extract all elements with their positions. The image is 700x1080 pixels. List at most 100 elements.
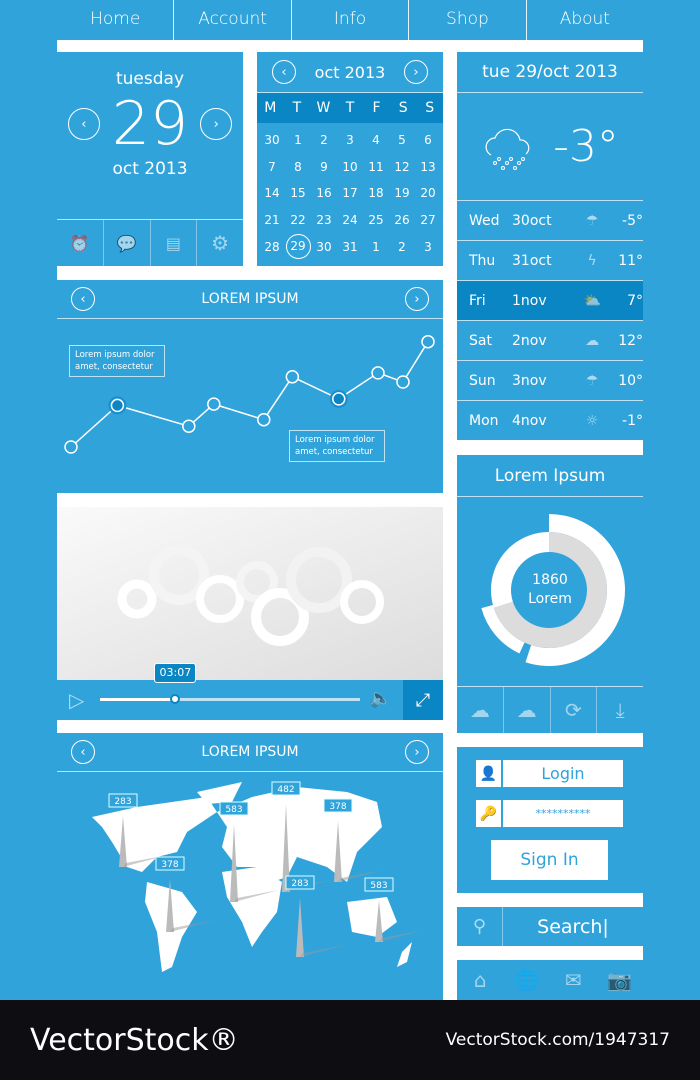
calendar-day[interactable]: 14	[259, 186, 285, 200]
next-button[interactable]: ›	[405, 740, 429, 764]
nav-info[interactable]: Info	[292, 0, 410, 40]
donut-panel: Lorem Ipsum 1860 Lorem ☁ ☁ ⟳ ⤓	[457, 455, 643, 733]
next-day-button[interactable]: ›	[200, 108, 233, 140]
pin-shadow	[300, 945, 345, 957]
map-pin[interactable]	[296, 898, 304, 957]
data-point[interactable]	[285, 370, 300, 384]
forecast-day: Sun	[469, 372, 496, 389]
calendar-day[interactable]: 1	[285, 133, 311, 147]
play-icon[interactable]: ▷	[69, 688, 84, 712]
nav-home[interactable]: Home	[57, 0, 175, 40]
weekday: tuesday	[115, 69, 185, 89]
search-input[interactable]: Search|	[503, 907, 643, 946]
forecast-row[interactable]: Sun 3nov ☂ 10°	[457, 360, 643, 400]
weekday-label: M	[264, 100, 277, 116]
password-input[interactable]: **********	[503, 800, 623, 827]
calendar-day[interactable]: 18	[363, 186, 389, 200]
globe-icon[interactable]: 🌐	[504, 960, 551, 1000]
calendar-day[interactable]: 21	[259, 213, 285, 227]
seek-bar[interactable]	[100, 698, 360, 701]
seek-handle[interactable]	[170, 694, 181, 704]
document-icon[interactable]: ▤	[151, 220, 198, 266]
forecast-row[interactable]: Sat 2nov ☁ 12°	[457, 320, 643, 360]
data-point[interactable]	[182, 419, 196, 433]
calendar-day[interactable]: 20	[415, 186, 441, 200]
prev-month-button[interactable]: ‹	[272, 60, 296, 84]
calendar-day[interactable]: 24	[337, 213, 363, 227]
watermark-brand: VectorStock®	[30, 1022, 239, 1058]
calendar-day[interactable]: 25	[363, 213, 389, 227]
camera-icon[interactable]: 📷	[597, 960, 644, 1000]
calendar-day[interactable]: 15	[285, 186, 311, 200]
calendar-day[interactable]: 10	[337, 160, 363, 174]
calendar-day[interactable]: 3	[415, 240, 441, 254]
calendar-title: oct 2013	[314, 62, 386, 82]
data-point[interactable]	[332, 392, 346, 406]
pin-label: 583	[370, 881, 387, 891]
calendar-day[interactable]: 1	[363, 240, 389, 254]
calendar-day[interactable]: 30	[311, 240, 337, 254]
forecast-day: Thu	[469, 252, 496, 269]
prev-day-button[interactable]: ‹	[67, 108, 100, 140]
data-point[interactable]	[396, 375, 410, 389]
data-point[interactable]	[110, 398, 125, 413]
data-point[interactable]	[257, 412, 271, 427]
cloud-upload-icon[interactable]: ☁	[504, 687, 551, 733]
forecast-row[interactable]: Wed 30oct ☂ -5°	[457, 200, 643, 240]
next-month-button[interactable]: ›	[403, 60, 428, 84]
calendar-day[interactable]: 22	[285, 213, 311, 227]
forecast-row[interactable]: Mon 4nov ☼ -1°	[457, 400, 643, 440]
home-icon[interactable]: ⌂	[457, 960, 504, 1000]
download-icon[interactable]: ⤓	[597, 687, 643, 733]
user-icon: 👤	[476, 760, 501, 787]
calendar-day[interactable]: 6	[415, 133, 441, 147]
mail-icon[interactable]: ✉	[550, 960, 597, 1000]
calendar-day[interactable]: 11	[363, 160, 389, 174]
calendar-day[interactable]: 9	[311, 160, 337, 174]
calendar-day[interactable]: 28	[259, 240, 285, 254]
alarm-clock-icon[interactable]: ⏰	[57, 220, 104, 266]
calendar-day[interactable]: 30	[259, 133, 285, 147]
chat-icon[interactable]: 💬	[104, 220, 151, 266]
forecast-date: 31oct	[512, 252, 552, 269]
fullscreen-button[interactable]: ⤢	[403, 680, 443, 720]
calendar-day[interactable]: 12	[389, 160, 415, 174]
calendar: ‹ oct 2013 › MTWTFSS 30 1 2 3 4 5 6 7 8 9 10 11 12 13…	[257, 52, 443, 266]
volume-icon[interactable]: 🔈	[369, 688, 391, 709]
nav-shop[interactable]: Shop	[409, 0, 527, 40]
calendar-day[interactable]: 2	[389, 240, 415, 254]
calendar-day[interactable]: 8	[285, 160, 311, 174]
calendar-day[interactable]: 2	[311, 133, 337, 147]
calendar-day[interactable]: 23	[311, 213, 337, 227]
calendar-day[interactable]: 4	[363, 133, 389, 147]
calendar-day[interactable]: 3	[337, 133, 363, 147]
nav-about[interactable]: About	[527, 0, 643, 40]
calendar-day[interactable]: 29	[285, 234, 311, 260]
calendar-day[interactable]: 7	[259, 160, 285, 174]
calendar-day[interactable]: 13	[415, 160, 441, 174]
video-frame[interactable]	[57, 507, 443, 680]
cloud-download-icon[interactable]: ☁	[457, 687, 504, 733]
username-input[interactable]: Login	[503, 760, 623, 787]
nav-account[interactable]: Account	[174, 0, 292, 40]
calendar-day[interactable]: 16	[311, 186, 337, 200]
day-number: 29	[111, 89, 189, 159]
prev-button[interactable]: ‹	[71, 740, 95, 764]
data-point[interactable]	[421, 334, 435, 349]
calendar-day[interactable]: 5	[389, 133, 415, 147]
forecast-temp: 7°	[627, 292, 644, 309]
data-point[interactable]	[64, 440, 78, 454]
refresh-icon[interactable]: ⟳	[551, 687, 598, 733]
forecast-row[interactable]: Thu 31oct ϟ 11°	[457, 240, 643, 280]
data-point[interactable]	[207, 397, 221, 411]
calendar-day[interactable]: 26	[389, 213, 415, 227]
sign-in-button[interactable]: Sign In	[491, 840, 608, 880]
calendar-day[interactable]: 17	[337, 186, 363, 200]
calendar-day[interactable]: 27	[415, 213, 441, 227]
gear-icon[interactable]: ⚙	[197, 220, 243, 266]
forecast-row[interactable]: Fri 1nov ⛅ 7°	[457, 280, 643, 320]
data-point[interactable]	[371, 366, 385, 380]
calendar-day[interactable]: 31	[337, 240, 363, 254]
calendar-day[interactable]: 19	[389, 186, 415, 200]
search-icon[interactable]: ⚲	[457, 907, 503, 946]
